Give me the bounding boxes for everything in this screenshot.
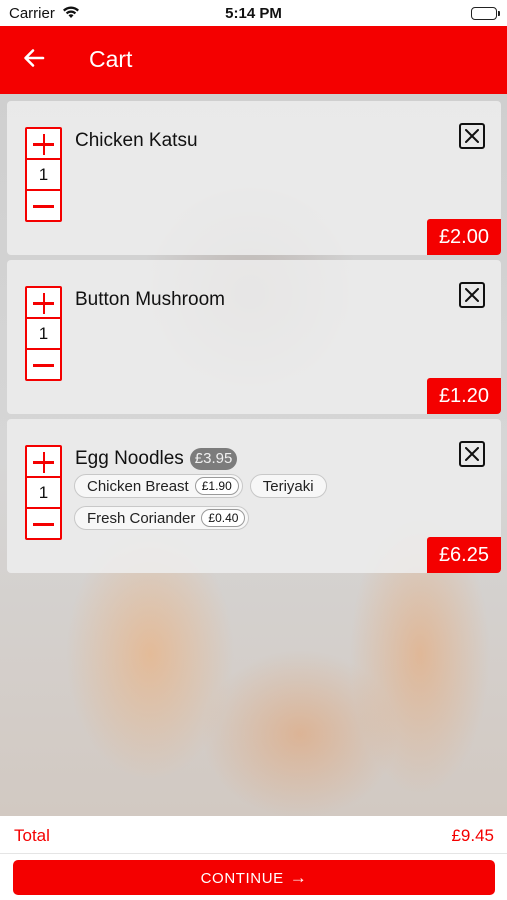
continue-label: CONTINUE [200,870,284,887]
item-price: £2.00 [426,219,501,255]
item-name: Egg Noodles [75,448,184,469]
item-name: Chicken Katsu [75,130,198,151]
total-value: £9.45 [451,826,494,845]
quantity-stepper: 1 [25,127,62,222]
item-price: £6.25 [426,537,501,573]
option-chip: Chicken Breast £1.90 [74,474,243,498]
battery-icon [471,7,500,20]
cart-footer: Total £9.45 CONTINUE → [0,816,507,900]
quantity-stepper: 1 [25,286,62,381]
arrow-right-icon: → [289,868,308,887]
page-title: Cart [89,46,133,72]
close-icon [465,129,479,143]
decrease-quantity-button[interactable] [27,348,60,379]
item-name-row: Egg Noodles £3.95 [75,448,238,470]
status-time: 5:14 PM [225,5,282,22]
total-row: Total £9.45 [0,816,507,854]
back-arrow-icon[interactable] [22,46,48,72]
item-name-row: Button Mushroom [75,289,225,311]
option-price: £1.90 [194,477,239,495]
cart-item: 1 Egg Noodles £3.95 Chicken Breast £1.90… [7,419,501,573]
item-price: £1.20 [426,378,501,414]
nav-header: Cart [0,26,507,94]
item-options: Chicken Breast £1.90 Teriyaki Fresh Cori… [74,474,334,538]
quantity-value: 1 [38,324,49,343]
quantity-value: 1 [38,165,49,184]
option-label: Chicken Breast [87,477,189,495]
remove-item-button[interactable] [459,282,485,308]
cart-item: 1 Button Mushroom £1.20 [7,260,501,414]
increase-quantity-button[interactable] [27,288,60,319]
option-price: £0.40 [201,509,246,527]
remove-item-button[interactable] [459,441,485,467]
option-label: Fresh Coriander [87,509,196,527]
decrease-quantity-button[interactable] [27,507,60,538]
item-name: Button Mushroom [75,289,225,310]
option-chip: Fresh Coriander £0.40 [74,506,250,530]
continue-button[interactable]: CONTINUE → [13,860,495,895]
increase-quantity-button[interactable] [27,129,60,160]
item-name-row: Chicken Katsu [75,130,198,152]
quantity-value: 1 [38,483,49,502]
base-price-badge: £3.95 [189,448,238,470]
cart-item: 1 Chicken Katsu £2.00 [7,101,501,255]
close-icon [465,288,479,302]
quantity-stepper: 1 [25,445,62,540]
decrease-quantity-button[interactable] [27,189,60,220]
status-bar: Carrier 5:14 PM [0,0,507,26]
increase-quantity-button[interactable] [27,447,60,478]
close-icon [465,447,479,461]
remove-item-button[interactable] [459,123,485,149]
option-chip: Teriyaki [249,474,327,498]
total-label: Total [14,826,50,845]
option-label: Teriyaki [262,477,314,495]
